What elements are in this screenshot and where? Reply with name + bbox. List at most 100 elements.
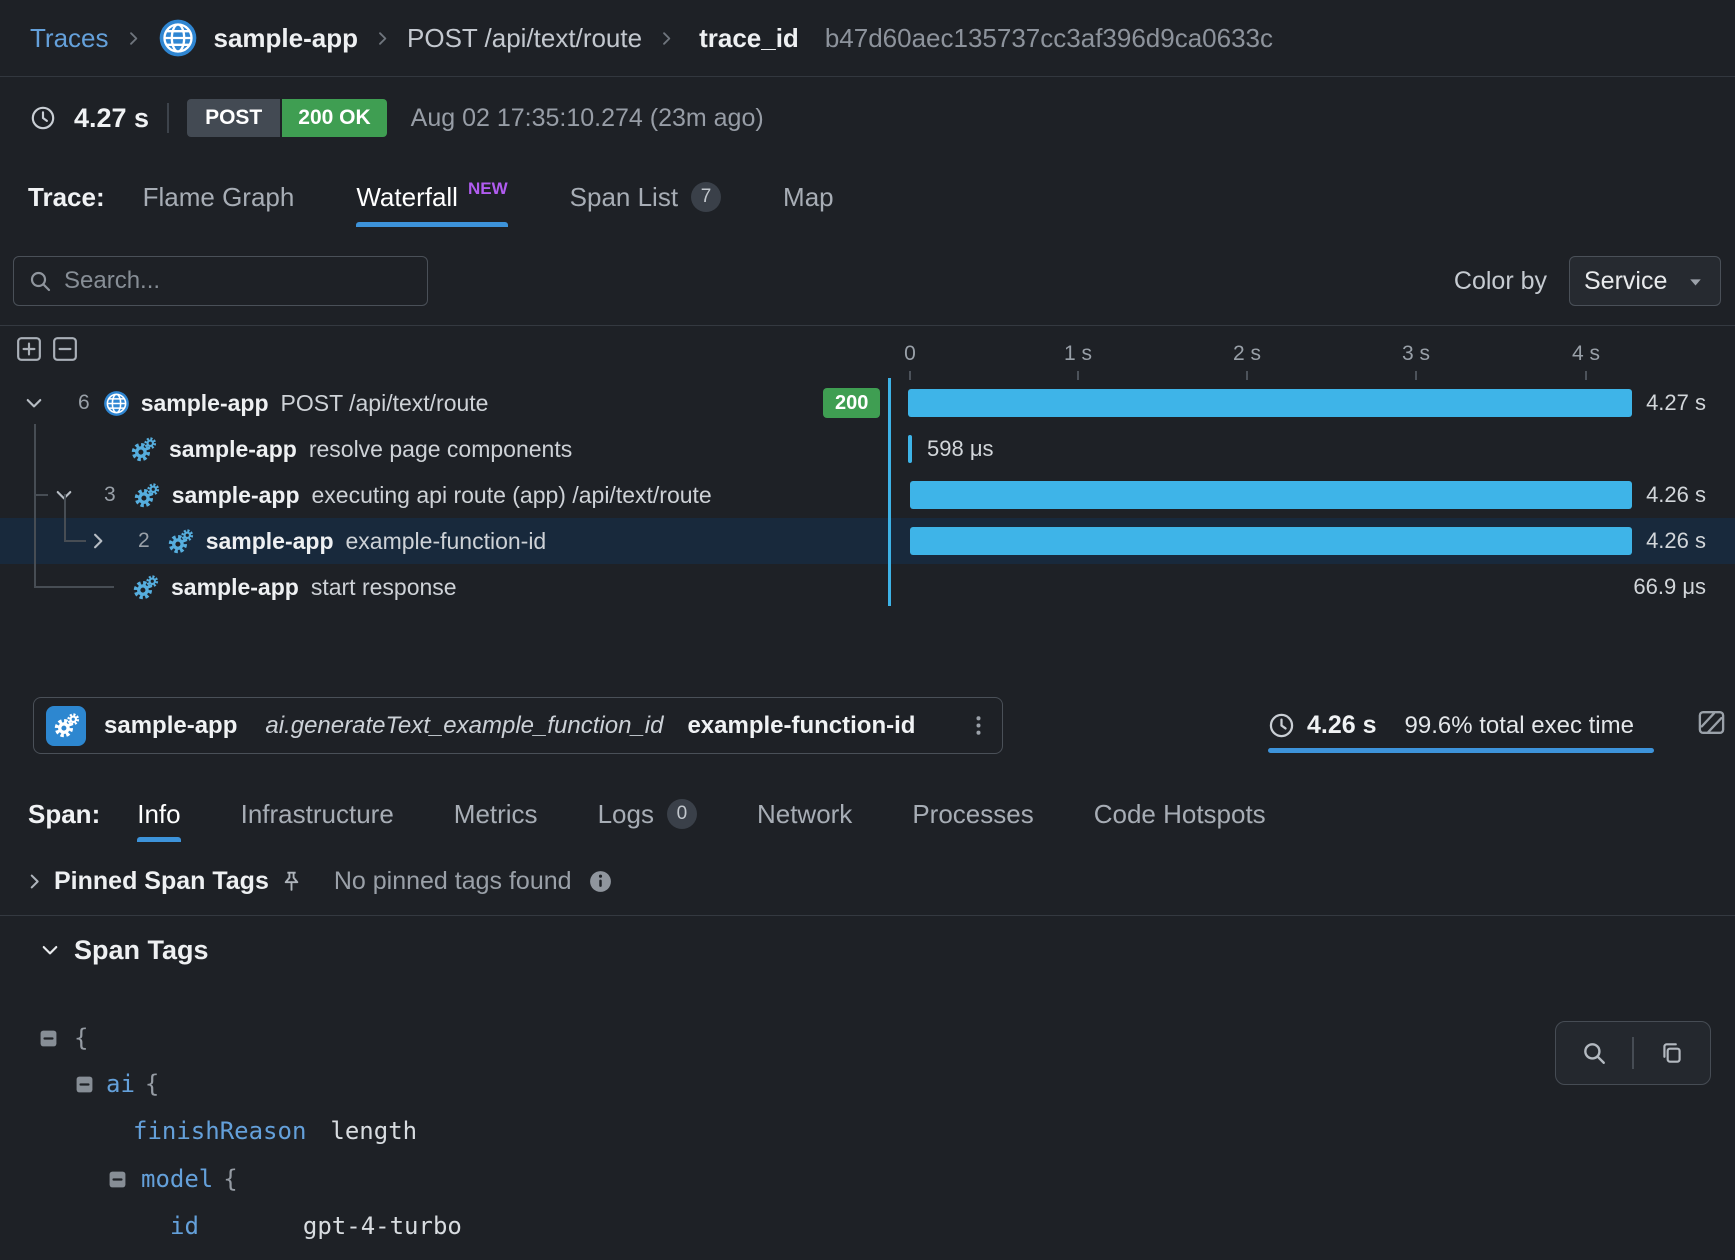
trace-id-label: trace_id — [699, 23, 799, 54]
row-service: sample-app — [141, 390, 269, 417]
span-duration: 66.9 μs — [1633, 564, 1706, 610]
search-icon — [28, 269, 52, 293]
tab-logs-label: Logs — [598, 799, 654, 830]
search-bar[interactable] — [13, 256, 428, 306]
status-code-badge: 200 OK — [282, 99, 386, 137]
span-row[interactable]: 3 sample-app executing api route (app) /… — [0, 472, 1735, 518]
row-operation: executing api route (app) /api/text/rout… — [312, 482, 712, 509]
span-row-root[interactable]: 6 sample-app POST /api/text/route 200 4.… — [0, 380, 1735, 426]
search-input[interactable] — [64, 267, 394, 295]
info-icon[interactable] — [588, 869, 613, 894]
span-duration: 598 μs — [927, 426, 994, 472]
apm-trace-page: Traces sample-app POST /api/text/route t… — [0, 0, 1735, 1260]
axis-tick-label: 2 s — [1233, 342, 1261, 366]
chevron-down-icon — [1685, 271, 1706, 292]
json-copy-button[interactable] — [1634, 1022, 1710, 1084]
json-brace: { — [223, 1165, 237, 1193]
row-service: sample-app — [169, 436, 297, 463]
row-operation: POST /api/text/route — [281, 390, 489, 417]
span-duration-value: 4.26 s — [1307, 711, 1377, 740]
collapse-node-icon[interactable] — [39, 1029, 58, 1048]
pinned-span-tags-row[interactable]: Pinned Span Tags No pinned tags found — [0, 858, 1735, 904]
span-menu-button[interactable] — [967, 714, 990, 737]
gears-icon — [132, 574, 159, 601]
tab-info[interactable]: Info — [137, 786, 180, 842]
span-row[interactable]: sample-app resolve page components 598 μ… — [0, 426, 1735, 472]
chevron-down-icon[interactable] — [40, 940, 60, 960]
method-badge: POST — [187, 99, 280, 137]
expand-panel-button[interactable] — [1696, 707, 1727, 738]
span-bar[interactable] — [910, 481, 1632, 509]
tree-connector — [34, 586, 114, 588]
tab-flame-graph[interactable]: Flame Graph — [143, 167, 295, 227]
color-by-dropdown[interactable]: Service — [1569, 256, 1721, 306]
span-duration: 4.27 s — [1646, 380, 1706, 426]
axis-tick — [909, 371, 911, 380]
span-tabs-label: Span: — [28, 786, 100, 842]
logs-count-badge: 0 — [667, 799, 697, 829]
new-badge: NEW — [468, 179, 508, 199]
chevron-right-icon[interactable] — [25, 872, 44, 891]
json-search-button[interactable] — [1556, 1022, 1632, 1084]
tab-metrics[interactable]: Metrics — [454, 786, 538, 842]
row-operation: example-function-id — [346, 528, 547, 555]
collapse-node-icon[interactable] — [75, 1075, 94, 1094]
span-bar[interactable] — [910, 527, 1632, 555]
span-duration: 4.26 s — [1646, 472, 1706, 518]
tab-infrastructure[interactable]: Infrastructure — [241, 786, 394, 842]
search-icon — [1581, 1040, 1607, 1066]
breadcrumb-service-link[interactable]: sample-app — [214, 23, 359, 54]
expand-all-button[interactable] — [16, 336, 42, 362]
json-toolbar — [1555, 1021, 1711, 1085]
breadcrumb-separator-icon — [658, 30, 675, 47]
span-bar[interactable] — [908, 435, 912, 463]
json-key: model — [141, 1165, 213, 1193]
tab-network[interactable]: Network — [757, 786, 852, 842]
tab-logs[interactable]: Logs 0 — [598, 786, 697, 842]
copy-icon — [1659, 1040, 1685, 1066]
tree-connector — [64, 540, 86, 542]
pin-icon — [279, 869, 304, 894]
service-icon — [46, 706, 86, 746]
json-line: ai { — [0, 1061, 1500, 1107]
minus-square-icon — [52, 336, 78, 362]
trace-duration: 4.27 s — [74, 103, 149, 134]
json-line: finishReason length — [0, 1108, 1500, 1154]
tab-code-hotspots[interactable]: Code Hotspots — [1094, 786, 1266, 842]
json-key: finishReason — [133, 1117, 306, 1145]
exec-time-bar — [1268, 748, 1654, 753]
request-badges: POST 200 OK — [187, 99, 387, 137]
span-tab-bar: Span: Info Infrastructure Metrics Logs 0… — [0, 786, 1735, 842]
kebab-icon — [967, 714, 990, 737]
trace-timestamp: Aug 02 17:35:10.274 (23m ago) — [411, 104, 764, 133]
section-divider — [0, 915, 1735, 916]
collapse-node-icon[interactable] — [108, 1170, 127, 1189]
axis-tick-label: 4 s — [1572, 342, 1600, 366]
breadcrumb-resource-link[interactable]: POST /api/text/route — [407, 23, 642, 54]
color-by-value: Service — [1584, 267, 1667, 296]
span-bar[interactable] — [908, 389, 1632, 417]
span-row-selected[interactable]: 2 sample-app example-function-id 4.26 s — [0, 518, 1735, 564]
divider — [167, 103, 169, 133]
gears-icon — [130, 436, 157, 463]
axis-tick — [1585, 371, 1587, 380]
timeline-split-divider[interactable] — [888, 378, 891, 606]
exec-time-summary: 4.26 s 99.6% total exec time — [1268, 697, 1634, 754]
tab-processes[interactable]: Processes — [912, 786, 1033, 842]
span-tags-header[interactable]: Span Tags — [0, 926, 600, 974]
span-row[interactable]: sample-app start response 66.9 μs — [0, 564, 1735, 610]
chevron-down-icon[interactable] — [24, 393, 44, 413]
axis-tick-label: 3 s — [1402, 342, 1430, 366]
selected-span-card: sample-app ai.generateText_example_funct… — [33, 697, 1003, 754]
row-service: sample-app — [171, 574, 299, 601]
breadcrumb-traces-link[interactable]: Traces — [30, 23, 109, 54]
gears-icon — [133, 482, 160, 509]
axis-tick — [1415, 371, 1417, 380]
tab-span-list[interactable]: Span List 7 — [570, 167, 721, 227]
tab-map[interactable]: Map — [783, 167, 834, 227]
row-service: sample-app — [206, 528, 334, 555]
axis-tick-label: 1 s — [1064, 342, 1092, 366]
chevron-right-icon[interactable] — [88, 531, 108, 551]
tab-waterfall[interactable]: Waterfall NEW — [356, 167, 507, 227]
collapse-all-button[interactable] — [52, 336, 78, 362]
